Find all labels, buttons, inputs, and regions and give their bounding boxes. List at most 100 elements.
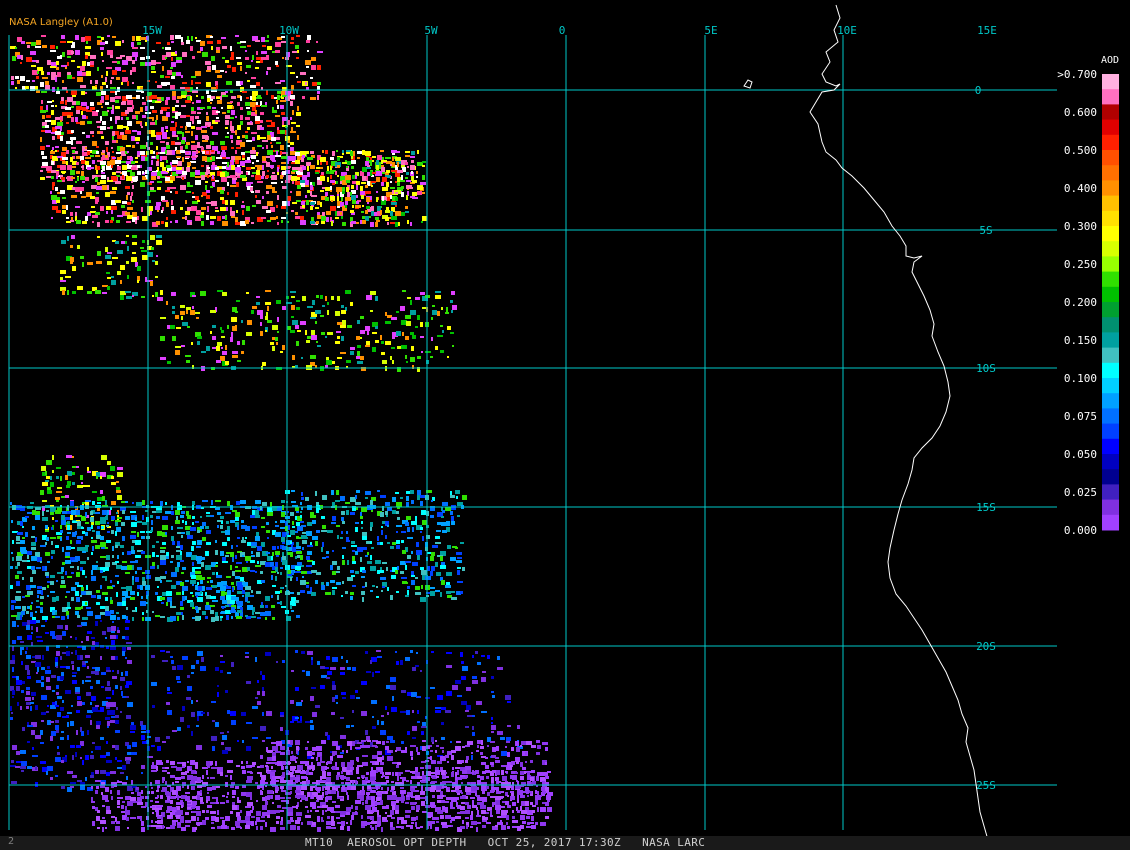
aerosol-pixel xyxy=(281,790,286,792)
aerosol-pixel xyxy=(266,522,269,525)
aerosol-pixel xyxy=(115,131,119,135)
aerosol-pixel xyxy=(50,575,55,578)
aerosol-pixel xyxy=(266,185,272,189)
aerosol-pixel xyxy=(91,576,96,581)
aerosol-pixel xyxy=(265,562,270,567)
aerosol-pixel xyxy=(20,76,25,81)
aerosol-pixel xyxy=(216,590,220,593)
aerosol-pixel xyxy=(45,125,49,128)
aerosol-pixel xyxy=(112,585,115,587)
aerosol-pixel xyxy=(327,177,329,182)
aerosol-pixel xyxy=(305,330,307,335)
aerosol-pixel xyxy=(106,555,110,560)
aerosol-pixel xyxy=(50,777,53,780)
aerosol-pixel xyxy=(115,531,117,536)
aerosol-pixel xyxy=(210,126,213,129)
aerosol-pixel xyxy=(117,670,119,674)
aerosol-pixel xyxy=(221,177,227,182)
aerosol-pixel xyxy=(151,655,155,658)
aerosol-pixel xyxy=(397,211,399,215)
aerosol-pixel xyxy=(120,545,124,548)
aerosol-pixel xyxy=(311,795,314,799)
aerosol-pixel xyxy=(50,151,55,154)
aerosol-pixel xyxy=(115,241,119,244)
aerosol-pixel xyxy=(222,542,227,546)
aerosol-pixel xyxy=(460,760,464,763)
aerosol-pixel xyxy=(410,332,414,335)
aerosol-pixel xyxy=(157,565,159,569)
aerosol-pixel xyxy=(60,280,66,282)
aerosol-pixel xyxy=(191,816,196,821)
aerosol-pixel xyxy=(117,495,122,500)
aerosol-pixel xyxy=(195,155,198,157)
aerosol-pixel xyxy=(440,556,443,561)
aerosol-pixel xyxy=(367,202,369,204)
aerosol-pixel xyxy=(476,795,480,797)
aerosol-pixel xyxy=(367,785,371,789)
aerosol-pixel xyxy=(81,527,84,529)
aerosol-pixel xyxy=(112,172,116,175)
aerosol-pixel xyxy=(320,167,323,169)
aerosol-pixel xyxy=(360,516,363,519)
aerosol-pixel xyxy=(290,541,292,544)
aerosol-pixel xyxy=(385,706,387,710)
aerosol-pixel xyxy=(272,172,275,174)
aerosol-pixel xyxy=(395,205,397,207)
aerosol-pixel xyxy=(45,620,47,622)
aerosol-pixel xyxy=(141,207,143,212)
aerosol-pixel xyxy=(417,490,421,495)
aerosol-pixel xyxy=(186,152,189,154)
aerosol-pixel xyxy=(271,175,277,180)
aerosol-pixel xyxy=(280,520,285,523)
aerosol-pixel xyxy=(15,87,17,89)
aerosol-pixel xyxy=(241,766,245,769)
aerosol-pixel xyxy=(120,156,122,160)
aerosol-pixel xyxy=(236,616,242,619)
aerosol-pixel xyxy=(96,261,102,264)
aerosol-pixel xyxy=(201,130,207,133)
aerosol-pixel xyxy=(122,651,125,656)
aerosol-pixel xyxy=(202,52,208,57)
aerosol-pixel xyxy=(306,40,310,43)
aerosol-pixel xyxy=(315,207,319,209)
aerosol-pixel xyxy=(330,180,335,183)
aerosol-pixel xyxy=(81,731,84,736)
aerosol-pixel xyxy=(71,60,75,62)
aerosol-pixel xyxy=(387,750,391,753)
aerosol-pixel xyxy=(36,606,40,608)
aerosol-pixel xyxy=(160,156,162,161)
aerosol-pixel xyxy=(17,636,22,640)
aerosol-pixel xyxy=(422,175,425,180)
aerosol-pixel xyxy=(137,266,141,271)
aerosol-pixel xyxy=(166,702,170,705)
aerosol-pixel xyxy=(242,740,244,743)
aerosol-pixel xyxy=(27,635,32,640)
aerosol-pixel xyxy=(180,582,184,586)
aerosol-pixel xyxy=(140,182,145,187)
aerosol-pixel xyxy=(227,672,231,674)
aerosol-pixel xyxy=(270,165,274,168)
aerosol-pixel xyxy=(397,170,403,173)
aerosol-pixel xyxy=(127,100,133,105)
aerosol-pixel xyxy=(40,561,42,563)
aerosol-pixel xyxy=(91,570,93,575)
aerosol-pixel xyxy=(281,41,286,43)
aerosol-pixel xyxy=(196,210,201,215)
aerosol-pixel xyxy=(122,135,127,140)
aerosol-pixel xyxy=(320,162,322,165)
aerosol-pixel xyxy=(526,741,532,745)
aerosol-pixel xyxy=(407,537,413,539)
aerosol-pixel xyxy=(251,616,256,618)
aerosol-pixel xyxy=(490,762,494,765)
aerosol-pixel xyxy=(47,101,52,103)
aerosol-pixel xyxy=(242,555,244,557)
aerosol-pixel xyxy=(266,175,269,178)
aerosol-pixel xyxy=(141,596,143,599)
aerosol-pixel xyxy=(225,361,229,365)
aerosol-pixel xyxy=(236,57,241,59)
aerosol-pixel xyxy=(30,502,34,504)
aerosol-pixel xyxy=(282,345,285,350)
aerosol-pixel xyxy=(166,130,168,132)
aerosol-pixel xyxy=(100,100,104,103)
aerosol-pixel xyxy=(111,530,114,534)
